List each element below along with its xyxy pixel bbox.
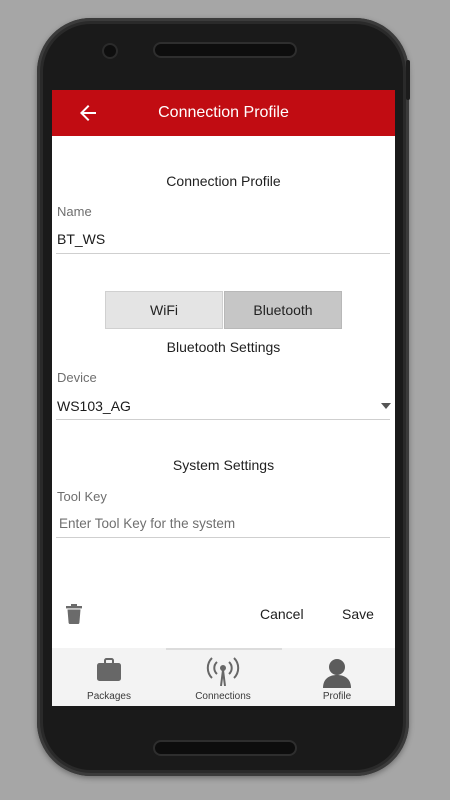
camera-icon bbox=[104, 45, 116, 57]
device-underline bbox=[56, 419, 390, 420]
name-label: Name bbox=[57, 204, 92, 219]
connection-profile-heading: Connection Profile bbox=[166, 173, 281, 189]
side-button-power bbox=[406, 60, 410, 100]
app-screen: Connection Profile Connection Profile Na… bbox=[52, 90, 395, 706]
app-bar: Connection Profile bbox=[52, 90, 395, 136]
name-underline bbox=[56, 253, 390, 254]
person-icon bbox=[323, 659, 351, 688]
cancel-button[interactable]: Cancel bbox=[260, 606, 304, 622]
bottom-speaker bbox=[155, 742, 295, 754]
nav-label-profile: Profile bbox=[322, 691, 352, 702]
device-dropdown[interactable] bbox=[56, 388, 390, 418]
top-speaker bbox=[155, 44, 295, 56]
briefcase-icon bbox=[97, 658, 121, 681]
bottom-navigation: Packages Connections Profile bbox=[52, 648, 395, 706]
name-input[interactable]: BT_WS bbox=[57, 231, 105, 247]
nav-label-packages: Packages bbox=[87, 691, 131, 702]
nav-label-connections: Connections bbox=[195, 691, 251, 702]
trash-icon bbox=[66, 604, 82, 624]
delete-button[interactable] bbox=[66, 604, 84, 626]
system-settings-heading: System Settings bbox=[172, 457, 275, 473]
bluetooth-settings-heading: Bluetooth Settings bbox=[166, 339, 281, 355]
device-label: Device bbox=[57, 370, 97, 385]
chevron-down-icon bbox=[381, 403, 391, 409]
page-title: Connection Profile bbox=[158, 104, 289, 121]
nav-item-packages[interactable]: Packages bbox=[52, 648, 166, 706]
antenna-icon bbox=[206, 657, 240, 686]
save-button[interactable]: Save bbox=[342, 606, 374, 622]
tool-key-underline bbox=[56, 537, 390, 538]
nav-item-connections[interactable]: Connections bbox=[166, 648, 280, 706]
nav-item-profile[interactable]: Profile bbox=[280, 648, 394, 706]
bluetooth-toggle-button[interactable]: Bluetooth bbox=[224, 291, 342, 329]
tool-key-input[interactable]: Enter Tool Key for the system bbox=[59, 516, 235, 531]
wifi-toggle-button[interactable]: WiFi bbox=[105, 291, 223, 329]
tool-key-label: Tool Key bbox=[57, 489, 107, 504]
